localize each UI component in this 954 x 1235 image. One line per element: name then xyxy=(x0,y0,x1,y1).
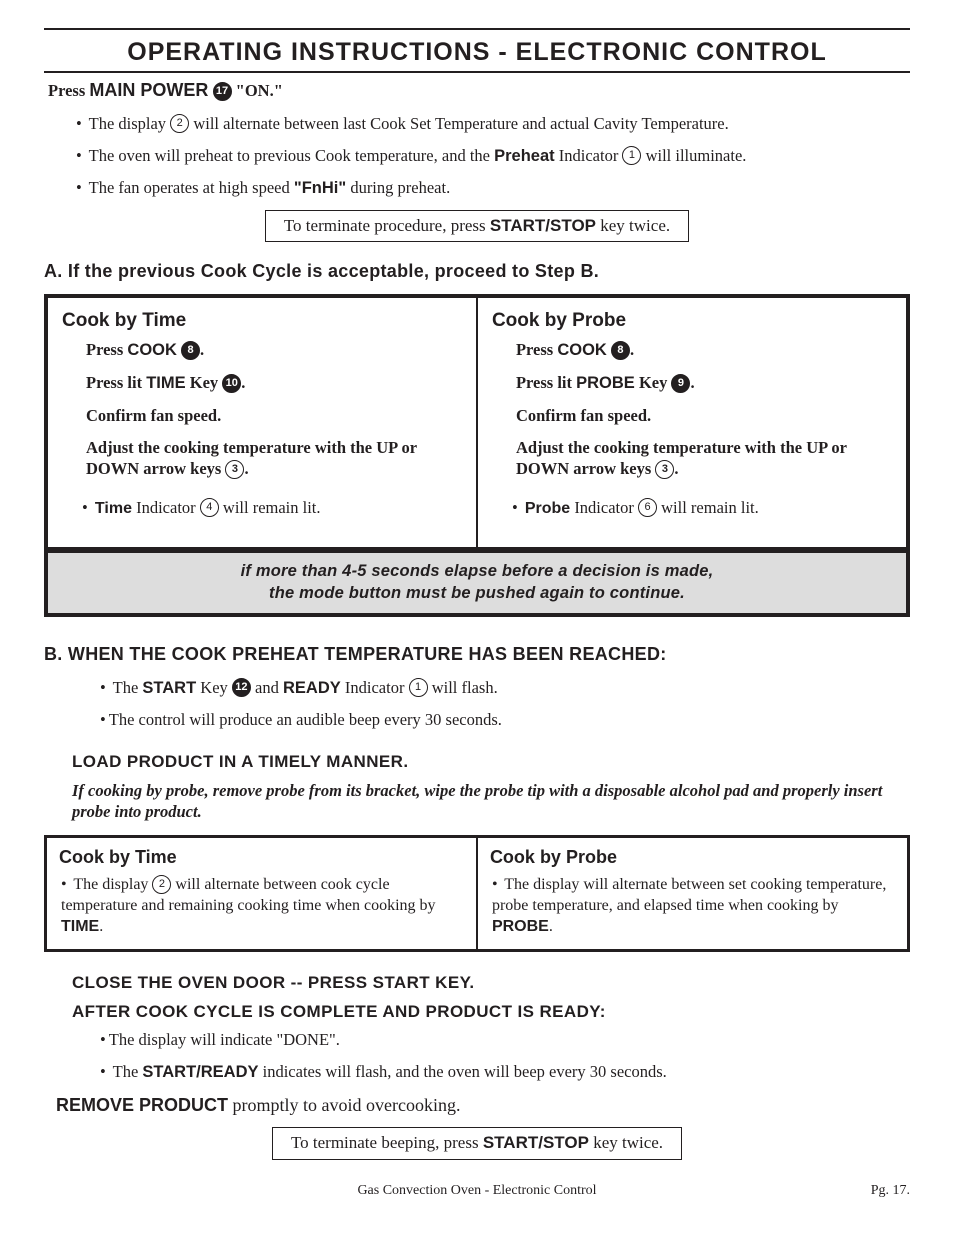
intro-bullet-2: The oven will preheat to previous Cook t… xyxy=(76,145,910,168)
press-main-power-line: Press MAIN POWER 17 "ON." xyxy=(48,79,910,103)
ref-2: 2 xyxy=(170,114,189,133)
ref-1: 1 xyxy=(622,146,641,165)
footer-center: Gas Convection Oven - Electronic Control xyxy=(154,1182,800,1200)
load-product-heading: LOAD PRODUCT IN A TIMELY MANNER. xyxy=(72,751,910,773)
timeout-banner: if more than 4-5 seconds elapse before a… xyxy=(48,551,906,613)
ref-8: 8 xyxy=(181,341,200,360)
remove-product-line: REMOVE PRODUCT promptly to avoid overcoo… xyxy=(56,1094,910,1118)
cook-options-box-1: Cook by Time Press COOK 8. Press lit TIM… xyxy=(44,294,910,551)
cook-options-box-2: Cook by Time The display 2 will alternat… xyxy=(44,835,910,952)
done-bullet-1: The display will indicate "DONE". xyxy=(100,1029,910,1051)
step-b-heading: B. WHEN THE COOK PREHEAT TEMPERATURE HAS… xyxy=(44,643,910,667)
ref-8b: 8 xyxy=(611,341,630,360)
terminate-note-2: To terminate beeping, press START/STOP k… xyxy=(272,1127,682,1159)
step-b-bullet-1: The START Key 12 and READY Indicator 1 w… xyxy=(100,677,910,700)
page-footer: Gas Convection Oven - Electronic Control… xyxy=(44,1182,910,1200)
footer-page: Pg. 17. xyxy=(800,1182,910,1200)
cook-by-time-col-2: Cook by Time The display 2 will alternat… xyxy=(47,838,476,949)
intro-bullet-3: The fan operates at high speed "FnHi" du… xyxy=(76,177,910,200)
intro-bullet-1: The display 2 will alternate between las… xyxy=(76,113,910,135)
ref-3: 3 xyxy=(225,460,244,479)
ref-3b: 3 xyxy=(655,460,674,479)
cook-by-time-title: Cook by Time xyxy=(62,308,464,333)
done-bullet-2: The START/READY indicates will flash, an… xyxy=(100,1061,910,1084)
ref-17: 17 xyxy=(213,82,232,101)
cook-by-time-col: Cook by Time Press COOK 8. Press lit TIM… xyxy=(48,298,476,547)
close-door-heading: CLOSE THE OVEN DOOR -- PRESS START KEY. xyxy=(72,972,910,994)
ref-2b: 2 xyxy=(152,875,171,894)
cook-by-probe-col-2: Cook by Probe The display will alternate… xyxy=(478,838,907,949)
step-b-bullet-2: The control will produce an audible beep… xyxy=(100,709,910,731)
ref-12: 12 xyxy=(232,678,251,697)
page-title-block: OPERATING INSTRUCTIONS - ELECTRONIC CONT… xyxy=(44,28,910,73)
ref-9: 9 xyxy=(671,374,690,393)
probe-note: If cooking by probe, remove probe from i… xyxy=(72,780,910,824)
terminate-note-1: To terminate procedure, press START/STOP… xyxy=(265,210,689,242)
ref-1b: 1 xyxy=(409,678,428,697)
ref-6: 6 xyxy=(638,498,657,517)
ref-4: 4 xyxy=(200,498,219,517)
page-title: OPERATING INSTRUCTIONS - ELECTRONIC CONT… xyxy=(44,36,910,69)
step-a-heading: A. If the previous Cook Cycle is accepta… xyxy=(44,260,910,284)
cook-by-probe-title: Cook by Probe xyxy=(492,308,894,333)
cook-by-probe-col: Cook by Probe Press COOK 8. Press lit PR… xyxy=(478,298,906,547)
ref-10: 10 xyxy=(222,374,241,393)
after-cycle-heading: AFTER COOK CYCLE IS COMPLETE AND PRODUCT… xyxy=(72,1001,910,1023)
